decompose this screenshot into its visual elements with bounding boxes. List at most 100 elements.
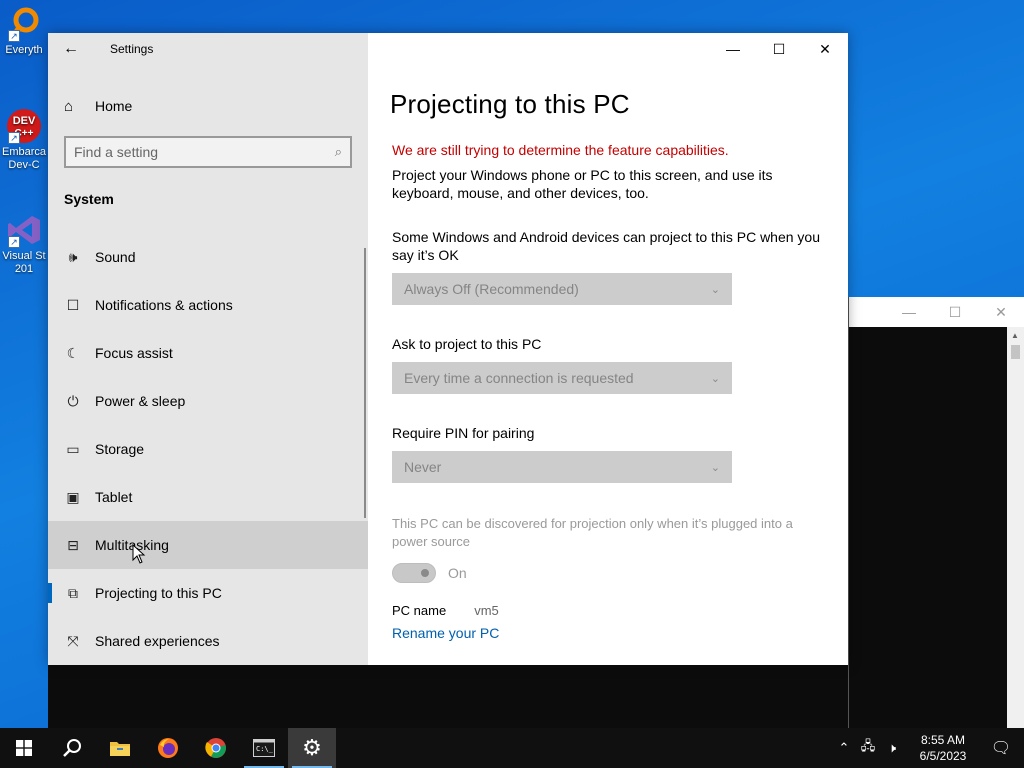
pc-name-label: PC name: [392, 603, 447, 618]
devcpp-icon: DEV C++ ↗: [6, 108, 42, 144]
chevron-up-icon[interactable]: ⌃: [832, 740, 856, 756]
nav-item-label: Projecting to this PC: [95, 585, 222, 601]
volume-muted-icon[interactable]: 🕨: [880, 740, 904, 756]
nav-item-label: Tablet: [95, 489, 133, 505]
taskbar-chrome[interactable]: [192, 728, 240, 768]
settings-icon: ⚙: [302, 735, 322, 760]
multitasking-icon: ⊟: [67, 536, 79, 553]
scroll-up-icon[interactable]: ▲: [1011, 331, 1019, 340]
svg-text:DEV: DEV: [13, 115, 36, 127]
notification-icon: ☐: [66, 296, 80, 313]
maximize-icon[interactable]: ☐: [932, 304, 978, 321]
ask-dropdown[interactable]: Every time a connection is requested ⌄: [392, 362, 732, 394]
console-scrollbar[interactable]: ▲: [1007, 327, 1024, 728]
desktop-icon-everything[interactable]: ↗ Everyth: [0, 6, 48, 57]
minimize-icon[interactable]: —: [886, 304, 932, 320]
system-tray: ⌃ 🖧 🕨 8:55 AM 6/5/2023 🗨: [832, 728, 1024, 768]
ask-label: Ask to project to this PC: [392, 336, 542, 352]
taskbar: C:\_ ⚙ ⌃ 🖧 🕨 8:55 AM 6/5/2023 🗨: [0, 728, 1024, 768]
power-icon: ⏻: [67, 392, 79, 409]
clock[interactable]: 8:55 AM 6/5/2023: [908, 732, 978, 764]
terminal-icon: C:\_: [253, 739, 275, 757]
search-placeholder: Find a setting: [74, 144, 159, 160]
desktop-icon-label: Visual St 201: [2, 250, 46, 275]
pc-name-value: vm5: [474, 603, 499, 618]
shared-icon: ⤧: [67, 632, 79, 649]
rename-pc-link[interactable]: Rename your PC: [392, 625, 499, 641]
projecting-icon: ⧉: [68, 584, 78, 601]
console-title-bar: — ☐ ✕: [849, 297, 1024, 327]
visual-studio-icon: ↗: [6, 212, 42, 248]
pin-value: Never: [404, 459, 442, 475]
close-icon[interactable]: ✕: [802, 33, 848, 65]
chevron-down-icon: ⌄: [710, 461, 720, 474]
speaker-icon: 🕪: [68, 248, 78, 265]
page-body: Projecting to this PC We are still tryin…: [390, 89, 822, 643]
settings-nav-pane: ← Settings ⌂ Home Find a setting ⌕ Syste…: [48, 33, 368, 665]
window-controls: — ☐ ✕: [710, 33, 848, 65]
home-icon: ⌂: [64, 97, 74, 115]
maximize-icon[interactable]: ☐: [756, 33, 802, 65]
power-toggle[interactable]: [392, 563, 436, 583]
search-icon: [63, 739, 81, 757]
console-window: — ☐ ✕ ▲: [848, 297, 1024, 728]
firefox-icon: [158, 738, 178, 758]
nav-item-shared-experiences[interactable]: ⤧ Shared experiences: [48, 617, 368, 665]
nav-home-label: Home: [95, 98, 133, 114]
nav-item-multitasking[interactable]: ⊟ Multitasking: [48, 521, 368, 569]
toggle-knob: [421, 569, 429, 577]
nav-item-power-sleep[interactable]: ⏻ Power & sleep: [48, 377, 368, 425]
scrollbar-thumb[interactable]: [1011, 345, 1020, 359]
desktop-icon-visual-studio[interactable]: ↗ Visual St 201: [0, 212, 48, 276]
moon-icon: ☾: [66, 344, 80, 361]
taskbar-terminal[interactable]: C:\_: [240, 728, 288, 768]
power-toggle-row: On: [392, 563, 822, 583]
chevron-down-icon: ⌄: [710, 372, 720, 385]
minimize-icon[interactable]: —: [710, 33, 756, 65]
magnifier-icon: ↗: [6, 6, 42, 42]
nav-list: 🕪 Sound ☐ Notifications & actions ☾ Focu…: [48, 233, 368, 665]
action-center-icon[interactable]: 🗨: [978, 738, 1024, 758]
taskbar-firefox[interactable]: [144, 728, 192, 768]
desktop-icon-devcpp[interactable]: DEV C++ ↗ Embarca Dev-C: [0, 108, 48, 172]
nav-item-notifications[interactable]: ☐ Notifications & actions: [48, 281, 368, 329]
storage-icon: ▭: [66, 440, 80, 457]
section-heading: System: [64, 191, 114, 207]
settings-title-bar: ← Settings: [48, 33, 368, 65]
taskbar-settings[interactable]: ⚙: [288, 728, 336, 768]
taskbar-file-explorer[interactable]: [96, 728, 144, 768]
nav-home[interactable]: ⌂ Home: [48, 90, 368, 122]
nav-item-label: Power & sleep: [95, 393, 186, 409]
clock-time: 8:55 AM: [920, 733, 966, 747]
network-icon[interactable]: 🖧: [856, 737, 880, 759]
nav-item-sound[interactable]: 🕪 Sound: [48, 233, 368, 281]
availability-dropdown[interactable]: Always Off (Recommended) ⌄: [392, 273, 732, 305]
search-icon: ⌕: [334, 144, 342, 159]
close-icon[interactable]: ✕: [978, 304, 1024, 321]
tablet-icon: ▣: [66, 488, 80, 505]
taskbar-search-button[interactable]: [48, 728, 96, 768]
nav-item-tablet[interactable]: ▣ Tablet: [48, 473, 368, 521]
settings-content: — ☐ ✕ Projecting to this PC We are still…: [368, 33, 848, 665]
nav-item-label: Shared experiences: [95, 633, 220, 649]
back-arrow-icon[interactable]: ←: [48, 40, 94, 58]
toggle-label: On: [448, 565, 467, 581]
nav-item-label: Notifications & actions: [95, 297, 233, 313]
nav-item-label: Storage: [95, 441, 145, 457]
search-input[interactable]: Find a setting ⌕: [64, 136, 352, 168]
chrome-icon: [205, 738, 226, 758]
nav-item-projecting[interactable]: ⧉ Projecting to this PC: [48, 569, 368, 617]
pin-dropdown[interactable]: Never ⌄: [392, 451, 732, 483]
nav-scrollbar[interactable]: [364, 248, 366, 518]
description-text: Project your Windows phone or PC to this…: [392, 167, 773, 201]
chevron-down-icon: ⌄: [710, 283, 720, 296]
clock-date: 6/5/2023: [919, 749, 967, 763]
start-icon: [16, 740, 32, 756]
start-button[interactable]: [0, 728, 48, 768]
power-source-text: This PC can be discovered for projection…: [392, 516, 793, 549]
nav-item-storage[interactable]: ▭ Storage: [48, 425, 368, 473]
nav-item-focus-assist[interactable]: ☾ Focus assist: [48, 329, 368, 377]
warning-text: We are still trying to determine the fea…: [392, 142, 729, 158]
availability-value: Always Off (Recommended): [404, 281, 579, 297]
availability-label: Some Windows and Android devices can pro…: [392, 229, 821, 263]
